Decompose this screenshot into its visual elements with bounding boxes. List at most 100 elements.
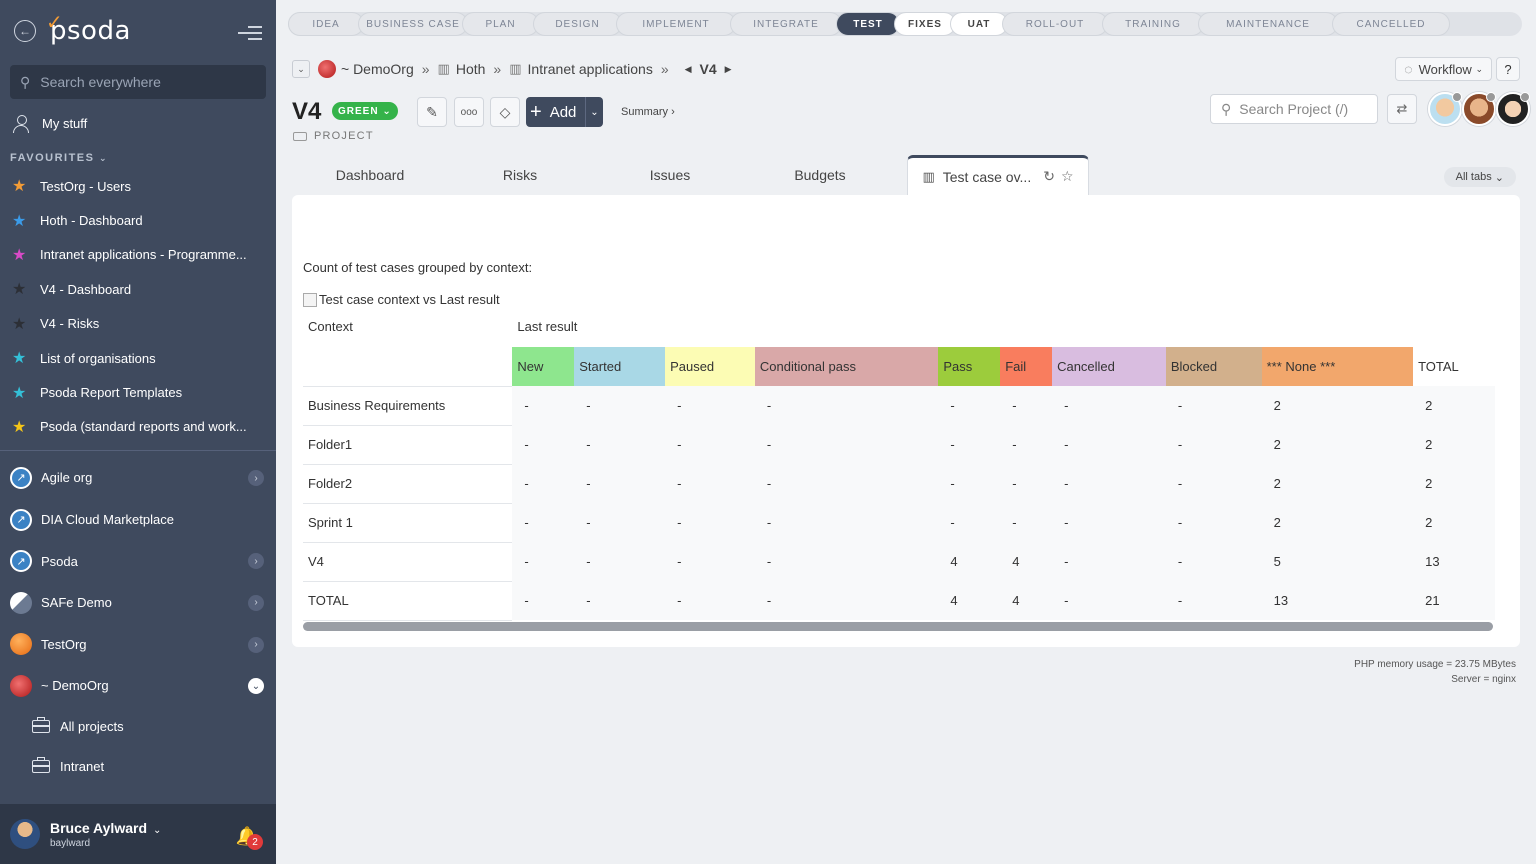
psoda-logo[interactable]: ✓ psoda (46, 10, 131, 46)
table-cell: - (574, 581, 666, 620)
broken-chart-image: Test case context vs Last result (303, 292, 500, 307)
more-button[interactable]: ooo (454, 97, 484, 127)
favourite-item[interactable]: ★ Intranet applications - Programme... (0, 238, 276, 272)
summary-link[interactable]: Summary › (621, 106, 675, 118)
row-context: Sprint 1 (303, 503, 513, 543)
favourite-item[interactable]: ★ V4 - Risks (0, 307, 276, 341)
switch-view-button[interactable]: ⇄ (1387, 94, 1417, 124)
breadcrumb-project-group[interactable]: Intranet applications (528, 61, 653, 77)
column-header: TOTAL (1413, 347, 1495, 386)
chevron-right-icon[interactable]: › (248, 636, 264, 653)
favourite-item[interactable]: ★ Psoda Report Templates (0, 375, 276, 409)
breadcrumb-org[interactable]: ~ DemoOrg (341, 61, 414, 77)
stage-uat[interactable]: UAT (950, 12, 1008, 36)
workflow-icon: ◌ (1404, 61, 1413, 77)
tab-dashboard[interactable]: Dashboard (292, 155, 448, 195)
test-case-table: Context Last result New Started Paused Cond… (303, 313, 1495, 621)
table-cell: 13 (1261, 581, 1414, 620)
avatar[interactable] (1462, 92, 1496, 126)
workflow-button[interactable]: ◌ Workflow ⌄ (1395, 57, 1492, 81)
org-item[interactable]: SAFe Demo › (0, 582, 276, 624)
stage-cancelled[interactable]: CANCELLED (1332, 12, 1450, 36)
favourites-header[interactable]: FAVOURITES ⌄ (0, 147, 276, 169)
tag-button[interactable]: ◇ (490, 97, 520, 127)
star-icon[interactable]: ☆ (1061, 168, 1074, 185)
memory-usage: PHP memory usage = 23.75 MBytes (1354, 659, 1516, 670)
help-button[interactable]: ? (1496, 57, 1520, 81)
org-item[interactable]: TestOrg › (0, 624, 276, 666)
search-project-input[interactable]: ⚲ Search Project (/) (1210, 94, 1378, 124)
add-button[interactable]: + Add ⌄ (526, 97, 603, 127)
user-bar[interactable]: Bruce Aylward ⌄ baylward 🔔 2 (0, 804, 276, 864)
stage-integrate[interactable]: INTEGRATE (730, 12, 842, 36)
edit-button[interactable]: ✎ (417, 97, 447, 127)
all-tabs-button[interactable]: All tabs ⌄ (1443, 167, 1516, 187)
refresh-icon[interactable]: ↻ (1043, 168, 1055, 185)
chevron-right-icon[interactable]: › (248, 470, 264, 487)
tab-risks[interactable]: Risks (442, 155, 598, 195)
table-cell: - (754, 386, 939, 425)
org-item[interactable]: ↗ Agile org › (0, 457, 276, 499)
divider (0, 450, 276, 452)
stage-business-case[interactable]: BUSINESS CASE (358, 12, 468, 36)
stage-implement[interactable]: IMPLEMENT (616, 12, 736, 36)
collapse-sidebar-icon[interactable] (238, 22, 262, 44)
table-cell: - (754, 542, 939, 581)
avatar[interactable] (1428, 92, 1462, 126)
stage-roll-out[interactable]: ROLL-OUT (1002, 12, 1108, 36)
favourite-item[interactable]: ★ Psoda (standard reports and work... (0, 410, 276, 444)
avatar[interactable] (1496, 92, 1530, 126)
sidebar: ← ✓ psoda ⚲ Search everywhere My stuff FA… (0, 0, 276, 864)
search-everywhere-input[interactable]: ⚲ Search everywhere (10, 65, 266, 99)
chevron-right-icon[interactable]: › (248, 553, 264, 570)
stage-test[interactable]: TEST (836, 12, 900, 36)
avatar[interactable] (10, 819, 40, 849)
book-icon: ▥ (509, 61, 522, 76)
favourites-list: ★ TestOrg - Users ★ Hoth - Dashboard ★ Intran… (0, 169, 276, 444)
favourite-item[interactable]: ★ List of organisations (0, 341, 276, 375)
table-row: Business Requirements - - - - - - - -2 2 (303, 386, 1495, 426)
org-item[interactable]: ↗ Psoda › (0, 540, 276, 582)
tab-issues[interactable]: Issues (592, 155, 748, 195)
next-icon[interactable]: ▶ (725, 64, 732, 75)
stage-training[interactable]: TRAINING (1102, 12, 1204, 36)
chevron-down-icon[interactable]: ⌄ (585, 97, 603, 127)
tab-budgets[interactable]: Budgets (742, 155, 898, 195)
stage-plan[interactable]: PLAN (462, 12, 539, 36)
favourite-item[interactable]: ★ Hoth - Dashboard (0, 203, 276, 237)
my-stuff-link[interactable]: My stuff (0, 99, 276, 147)
status-badge[interactable]: GREEN ⌄ (332, 102, 398, 120)
chevron-down-icon[interactable]: ⌄ (248, 678, 264, 695)
org-item[interactable]: ↗ DIA Cloud Marketplace (0, 499, 276, 541)
stage-idea[interactable]: IDEA (288, 12, 364, 36)
stage-design[interactable]: DESIGN (533, 12, 622, 36)
org-item[interactable]: ~ DemoOrg ⌄ (0, 665, 276, 707)
all-projects-link[interactable]: All projects (0, 707, 276, 747)
breadcrumb-programme[interactable]: Hoth (456, 61, 486, 77)
table-cell: 2 (1261, 464, 1414, 503)
report-card: Count of test cases grouped by context: … (292, 195, 1520, 647)
org-icon (10, 633, 32, 656)
table-cell: - (1165, 464, 1262, 503)
context-header: Context (303, 313, 513, 387)
back-icon[interactable]: ← (14, 20, 36, 42)
intranet-link[interactable]: Intranet (0, 747, 276, 787)
stage-maintenance[interactable]: MAINTENANCE (1198, 12, 1338, 36)
previous-icon[interactable]: ◀ (685, 64, 692, 75)
org-icon: ↗ (10, 466, 32, 489)
chevron-right-icon[interactable]: › (248, 594, 264, 611)
table-cell: - (665, 386, 755, 425)
breadcrumb-separator: » (493, 61, 502, 77)
horizontal-scrollbar[interactable] (303, 622, 1493, 631)
stage-fixes[interactable]: FIXES (894, 12, 956, 36)
table-cell: - (754, 581, 939, 620)
breadcrumb-dropdown[interactable]: ⌄ (292, 60, 310, 78)
tab-test-case-overview[interactable]: ▥ Test case ov... ↻ ☆ (907, 155, 1089, 195)
table-cell: - (1000, 425, 1053, 464)
column-header: *** None *** (1261, 347, 1414, 386)
user-name[interactable]: Bruce Aylward ⌄ (50, 820, 161, 836)
plus-icon: + (530, 101, 542, 123)
favourite-item[interactable]: ★ TestOrg - Users (0, 169, 276, 203)
table-cell: 2 (1261, 425, 1414, 464)
favourite-item[interactable]: ★ V4 - Dashboard (0, 272, 276, 306)
